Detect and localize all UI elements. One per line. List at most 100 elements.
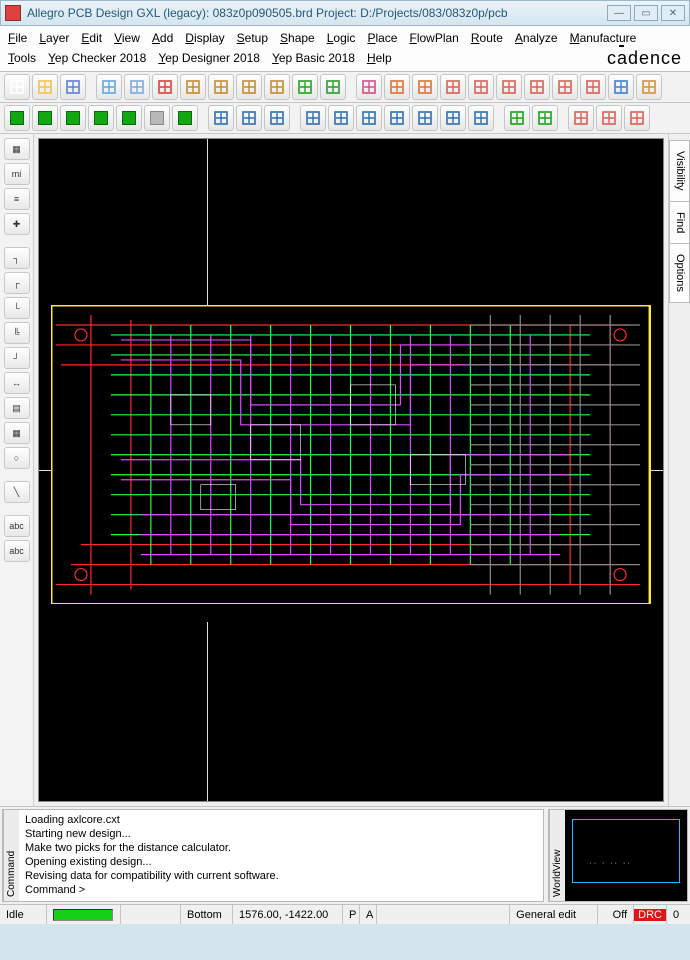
command-panel: × Command Loading axlcore.cxtStarting ne… (2, 809, 544, 902)
refresh-icon[interactable] (608, 74, 634, 100)
lt-text2[interactable]: abc (4, 540, 30, 562)
status-a[interactable]: A (359, 905, 376, 924)
redo-icon[interactable] (208, 74, 234, 100)
status-drc[interactable]: DRC (633, 905, 666, 924)
menu-shape[interactable]: Shape (280, 28, 315, 48)
lt-pin[interactable]: ○ (4, 447, 30, 469)
menu-yep-basic-2018[interactable]: Yep Basic 2018 (272, 48, 355, 68)
menu-yep-checker-2018[interactable]: Yep Checker 2018 (48, 48, 146, 68)
etch-edit5[interactable] (440, 105, 466, 131)
menu-help[interactable]: Help (367, 48, 392, 68)
menu-flowplan[interactable]: FlowPlan (409, 28, 458, 48)
lt-hatch[interactable]: ▤ (4, 397, 30, 419)
menu-add[interactable]: Add (152, 28, 173, 48)
zoom-out-icon[interactable] (468, 74, 494, 100)
etch-edit6[interactable] (468, 105, 494, 131)
menu-display[interactable]: Display (185, 28, 224, 48)
status-mode[interactable]: General edit (509, 905, 597, 924)
lt-dist[interactable]: ↔ (4, 372, 30, 394)
status-spacer1 (120, 905, 180, 924)
tab-find[interactable]: Find (669, 201, 690, 244)
lt-route-e[interactable]: ┘ (4, 347, 30, 369)
lt-text1[interactable]: abc (4, 515, 30, 537)
right-tabs: VisibilityFindOptions (668, 134, 690, 806)
pcb-traces (51, 305, 650, 605)
lt-wire[interactable]: ≡ (4, 188, 30, 210)
grid-toggle-icon[interactable] (356, 74, 382, 100)
status-coords[interactable]: 1576.00, -1422.00 (232, 905, 342, 924)
status-layer[interactable]: Bottom (180, 905, 232, 924)
menu-place[interactable]: Place (367, 28, 397, 48)
etch-edit3[interactable] (384, 105, 410, 131)
lt-route-a[interactable]: ┐ (4, 247, 30, 269)
undo-icon[interactable] (180, 74, 206, 100)
flag-icon[interactable] (292, 74, 318, 100)
etch-edit4[interactable] (412, 105, 438, 131)
crosshair-icon[interactable] (580, 74, 606, 100)
shape-line[interactable] (236, 105, 262, 131)
dim-v[interactable] (596, 105, 622, 131)
maximize-button[interactable]: ▭ (634, 5, 658, 21)
3d-view-icon[interactable] (636, 74, 662, 100)
menu-route[interactable]: Route (471, 28, 503, 48)
lt-cross[interactable]: ✚ (4, 213, 30, 235)
design-canvas[interactable] (38, 138, 664, 802)
menu-logic[interactable]: Logic (327, 28, 356, 48)
delete-icon[interactable] (152, 74, 178, 100)
open-file-icon[interactable] (32, 74, 58, 100)
lt-route-b[interactable]: ┌ (4, 272, 30, 294)
place-mode6[interactable] (144, 105, 170, 131)
lt-route-c[interactable]: └ (4, 297, 30, 319)
colors-icon[interactable] (384, 74, 410, 100)
status-p[interactable]: P (342, 905, 359, 924)
menu-edit[interactable]: Edit (81, 28, 102, 48)
menu-setup[interactable]: Setup (237, 28, 268, 48)
move-icon[interactable] (96, 74, 122, 100)
place-mode4[interactable] (88, 105, 114, 131)
etch-edit2[interactable] (356, 105, 382, 131)
down-arrow-icon[interactable] (236, 74, 262, 100)
save-icon[interactable] (60, 74, 86, 100)
menu-view[interactable]: View (114, 28, 140, 48)
minimize-button[interactable]: — (607, 5, 631, 21)
close-button[interactable]: ✕ (661, 5, 685, 21)
command-log[interactable]: Loading axlcore.cxtStarting new design..… (19, 810, 543, 901)
place-mode1[interactable] (4, 105, 30, 131)
place-mode2[interactable] (32, 105, 58, 131)
tab-visibility[interactable]: Visibility (669, 140, 690, 202)
shape-circle[interactable] (264, 105, 290, 131)
shape-rect[interactable] (208, 105, 234, 131)
menu-tools[interactable]: Tools (8, 48, 36, 68)
lt-micro[interactable]: mi (4, 163, 30, 185)
lt-route-d[interactable]: ╚ (4, 322, 30, 344)
select-arrow[interactable] (300, 105, 326, 131)
menu-analyze[interactable]: Analyze (515, 28, 558, 48)
zoom-window-icon[interactable] (524, 74, 550, 100)
status-drc-mode[interactable]: Off (597, 905, 633, 924)
zoom-prev-icon[interactable] (552, 74, 578, 100)
lt-grid[interactable]: ▦ (4, 422, 30, 444)
lt-line[interactable]: ╲ (4, 481, 30, 503)
place-mode7[interactable] (172, 105, 198, 131)
menu-manufacture[interactable]: Manufacture (570, 28, 637, 48)
dim-h[interactable] (568, 105, 594, 131)
dim-vh[interactable] (624, 105, 650, 131)
pin-icon[interactable] (320, 74, 346, 100)
tab-options[interactable]: Options (669, 243, 690, 303)
copy-icon[interactable] (124, 74, 150, 100)
new-file-icon[interactable] (4, 74, 30, 100)
menu-file[interactable]: File (8, 28, 27, 48)
place-mode3[interactable] (60, 105, 86, 131)
worldview-canvas[interactable]: ·· · ·· ·· (565, 810, 687, 901)
route2[interactable] (532, 105, 558, 131)
layers-icon[interactable] (412, 74, 438, 100)
etch-edit1[interactable] (328, 105, 354, 131)
menu-yep-designer-2018[interactable]: Yep Designer 2018 (158, 48, 260, 68)
lt-chip[interactable]: ▦ (4, 138, 30, 160)
down-arrow2-icon[interactable] (264, 74, 290, 100)
menu-layer[interactable]: Layer (39, 28, 69, 48)
place-mode5[interactable] (116, 105, 142, 131)
zoom-in-icon[interactable] (440, 74, 466, 100)
zoom-fit-icon[interactable] (496, 74, 522, 100)
route1[interactable] (504, 105, 530, 131)
